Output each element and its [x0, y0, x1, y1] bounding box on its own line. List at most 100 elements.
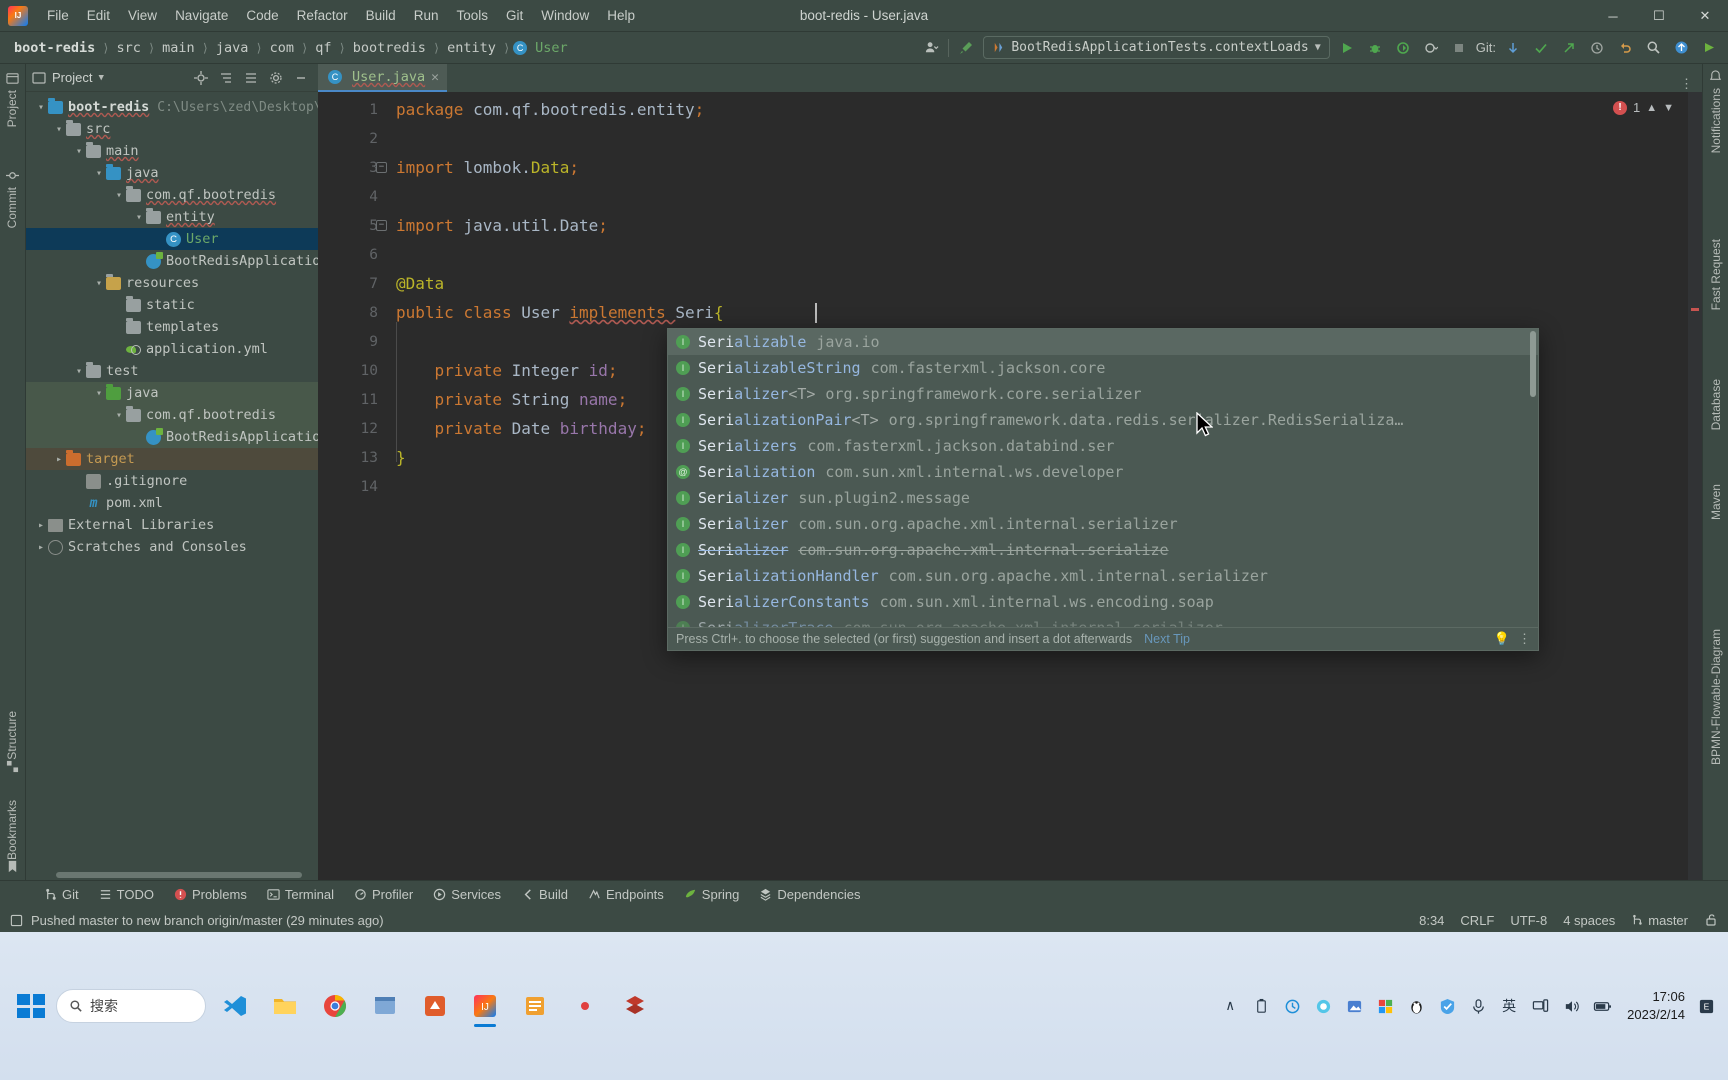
right-strip-label-database[interactable]: Database	[1709, 379, 1723, 430]
menu-build[interactable]: Build	[357, 4, 405, 27]
bottom-window-spring[interactable]: Spring	[674, 884, 750, 905]
notification-center-icon[interactable]: E	[1696, 996, 1716, 1016]
bottom-window-endpoints[interactable]: Endpoints	[578, 884, 674, 905]
windows-icon[interactable]	[1375, 996, 1395, 1016]
chevron-down-icon[interactable]: ▼	[1315, 42, 1321, 53]
chevron-down-icon[interactable]: ▾	[92, 168, 106, 179]
tree-row-external-libraries[interactable]: ▸ External Libraries	[26, 514, 318, 536]
chevron-down-icon[interactable]: ▼	[1663, 102, 1674, 114]
right-strip-label-bpmn[interactable]: BPMN-Flowable-Diagram	[1709, 629, 1723, 765]
completion-item[interactable]: @ Serialization com.sun.xml.internal.ws.…	[668, 459, 1538, 485]
left-strip-label-project[interactable]: Project	[5, 90, 19, 127]
close-button[interactable]: ✕	[1682, 0, 1728, 32]
tree-row-package-main[interactable]: ▾ com.qf.bootredis	[26, 184, 318, 206]
image-viewer-icon[interactable]	[1344, 996, 1364, 1016]
scrollbar-thumb[interactable]	[56, 872, 302, 878]
circle-app-icon[interactable]	[1313, 996, 1333, 1016]
right-strip-label-maven[interactable]: Maven	[1709, 484, 1723, 520]
debug-button[interactable]	[1364, 37, 1386, 59]
tree-row-boot-redis-application-tests[interactable]: BootRedisApplicationTests	[26, 426, 369, 448]
commit-tool-icon[interactable]	[6, 169, 20, 183]
chevron-right-icon[interactable]: ▸	[34, 542, 48, 553]
taskbar-app-explorer[interactable]	[264, 985, 306, 1027]
git-push-icon[interactable]	[1558, 37, 1580, 59]
right-strip-label-notifications[interactable]: Notifications	[1709, 88, 1723, 153]
completion-item[interactable]: I Serializers com.fasterxml.jackson.data…	[668, 433, 1538, 459]
chevron-down-icon[interactable]: ▾	[132, 212, 146, 223]
git-commit-icon[interactable]	[1530, 37, 1552, 59]
menu-window[interactable]: Window	[532, 4, 598, 27]
settings-gear-icon[interactable]	[265, 67, 287, 89]
expand-all-icon[interactable]	[215, 67, 237, 89]
menu-help[interactable]: Help	[598, 4, 644, 27]
taskbar-app-intellij[interactable]: IJ	[464, 985, 506, 1027]
left-strip-label-bookmarks[interactable]: Bookmarks	[5, 800, 19, 860]
breadcrumb-item-project[interactable]: boot-redis	[10, 38, 99, 58]
breadcrumb-item-entity[interactable]: entity	[443, 38, 500, 58]
fold-marker-icon[interactable]: −	[376, 220, 387, 231]
structure-tool-icon[interactable]	[6, 760, 20, 774]
git-history-icon[interactable]	[1586, 37, 1608, 59]
tree-row-gitignore[interactable]: .gitignore	[26, 470, 318, 492]
microphone-icon[interactable]	[1468, 996, 1488, 1016]
bottom-window-todo[interactable]: TODO	[89, 884, 164, 905]
hide-panel-icon[interactable]	[290, 67, 312, 89]
error-marker-track[interactable]	[1688, 92, 1702, 880]
tree-row-templates[interactable]: templates	[26, 316, 318, 338]
security-shield-icon[interactable]	[1437, 996, 1457, 1016]
tree-row-test[interactable]: ▾ test	[26, 360, 318, 382]
bottom-window-build[interactable]: Build	[511, 884, 578, 905]
run-configuration-selector[interactable]: BootRedisApplicationTests.contextLoads ▼	[983, 36, 1330, 59]
network-icon[interactable]	[1530, 996, 1550, 1016]
profile-dropdown-button[interactable]	[1420, 37, 1442, 59]
menu-refactor[interactable]: Refactor	[288, 4, 357, 27]
breadcrumb-item-qf[interactable]: qf	[311, 38, 335, 58]
caret-position[interactable]: 8:34	[1419, 913, 1444, 928]
chevron-down-icon[interactable]: ▾	[52, 124, 66, 135]
tab-options-icon[interactable]: ⋮	[1680, 77, 1694, 92]
git-update-icon[interactable]	[1502, 37, 1524, 59]
more-options-icon[interactable]: ⋮	[1518, 632, 1532, 647]
breadcrumb-item-user[interactable]: User	[531, 38, 572, 58]
run-button[interactable]	[1336, 37, 1358, 59]
tree-row-resources[interactable]: ▾ resources	[26, 272, 318, 294]
completion-item[interactable]: I Serializer <T> org.springframework.cor…	[668, 381, 1538, 407]
taskbar-app-notification-dot[interactable]	[564, 985, 606, 1027]
locate-file-icon[interactable]	[190, 67, 212, 89]
menu-git[interactable]: Git	[497, 4, 532, 27]
tree-row-static[interactable]: static	[26, 294, 318, 316]
tree-row-pom-xml[interactable]: m pom.xml	[26, 492, 318, 514]
close-icon[interactable]: ✕	[431, 70, 439, 85]
file-encoding[interactable]: UTF-8	[1510, 913, 1547, 928]
completion-list[interactable]: I Serializable java.io I SerializableStr…	[668, 329, 1538, 629]
menu-run[interactable]: Run	[405, 4, 448, 27]
usb-icon[interactable]	[1251, 996, 1271, 1016]
breadcrumb-item-src[interactable]: src	[113, 38, 145, 58]
inspection-widget[interactable]: ! 1 ▲ ▼	[1612, 100, 1674, 115]
breadcrumb-item-main[interactable]: main	[158, 38, 199, 58]
chevron-down-icon[interactable]: ▾	[92, 278, 106, 289]
run-with-coverage-button[interactable]	[1392, 37, 1414, 59]
user-avatar-icon[interactable]	[920, 37, 942, 59]
unlock-icon[interactable]	[1704, 913, 1718, 927]
search-icon[interactable]	[1642, 37, 1664, 59]
chevron-down-icon[interactable]: ▾	[92, 388, 106, 399]
tree-row-boot-redis-application[interactable]: BootRedisApplication	[26, 250, 329, 272]
completion-item[interactable]: I Serializer sun.plugin2.message	[668, 485, 1538, 511]
build-hammer-icon[interactable]	[955, 37, 977, 59]
chevron-down-icon[interactable]: ▾	[34, 102, 48, 113]
show-hidden-icons-chevron[interactable]: ∧	[1220, 996, 1240, 1016]
completion-item[interactable]: I SerializableString com.fasterxml.jacks…	[668, 355, 1538, 381]
plugin-icon[interactable]	[1698, 37, 1720, 59]
completion-item[interactable]: I SerializerConstants com.sun.xml.intern…	[668, 589, 1538, 615]
lightbulb-icon[interactable]: 💡	[1494, 632, 1510, 647]
project-tool-icon[interactable]	[6, 72, 20, 86]
notifications-icon[interactable]	[1709, 70, 1723, 84]
menu-view[interactable]: View	[119, 4, 166, 27]
battery-icon[interactable]	[1592, 996, 1612, 1016]
chevron-down-icon[interactable]: ▾	[72, 366, 86, 377]
cloud-sync-icon[interactable]	[1282, 996, 1302, 1016]
volume-icon[interactable]	[1561, 996, 1581, 1016]
chevron-down-icon[interactable]: ▼	[98, 73, 103, 83]
tab-user-java[interactable]: C User.java ✕	[318, 64, 447, 92]
